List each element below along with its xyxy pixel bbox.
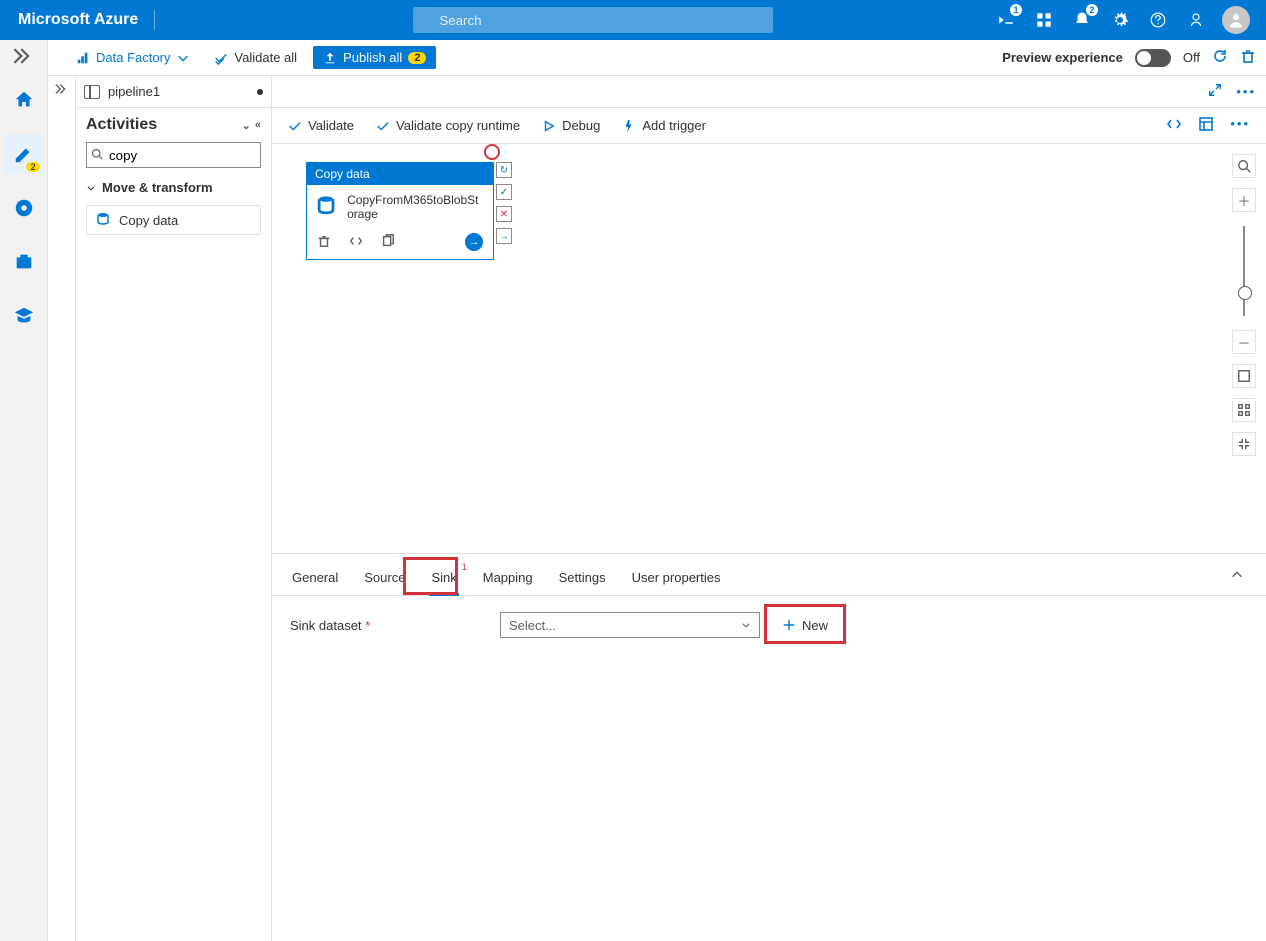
zoom-out-icon[interactable]: － [1232, 330, 1256, 354]
item-label: Copy data [119, 213, 178, 228]
group-label: Move & transform [102, 180, 213, 195]
more-icon[interactable]: ••• [1236, 84, 1256, 99]
chevron-down-icon [741, 620, 751, 630]
activities-title: Activities [86, 116, 157, 134]
code-icon[interactable] [349, 234, 363, 251]
tab-mapping[interactable]: Mapping [481, 564, 535, 595]
badge: 1 [1010, 4, 1022, 16]
publish-all-button[interactable]: Publish all 2 [313, 46, 436, 69]
tab-general[interactable]: General [290, 564, 340, 595]
divider [154, 10, 155, 30]
add-trigger-button[interactable]: Add trigger [622, 118, 706, 133]
expand-canvas-icon[interactable] [1208, 83, 1222, 100]
toggle-off-label: Off [1183, 50, 1200, 65]
new-sink-dataset-button[interactable]: New [770, 614, 840, 637]
collapse-panel-icon[interactable]: « [255, 119, 261, 132]
tab-settings[interactable]: Settings [557, 564, 608, 595]
tab-sink[interactable]: Sink 1 [429, 564, 458, 595]
directories-icon[interactable] [1032, 8, 1056, 32]
validate-all-button[interactable]: Validate all [206, 46, 305, 69]
status-ring-icon [484, 144, 500, 160]
pipeline-canvas[interactable]: Copy data CopyFromM365toBlobStorage → ↻ … [272, 144, 1266, 553]
refresh-icon[interactable] [1212, 48, 1228, 67]
search-input[interactable] [413, 7, 773, 33]
left-nav-rail: 2 [0, 40, 48, 941]
publish-count-badge: 2 [408, 52, 426, 64]
collapse-panel-icon[interactable] [1226, 564, 1248, 589]
sink-dataset-select[interactable]: Select... [500, 612, 760, 638]
run-icon[interactable]: → [465, 233, 483, 251]
fit-to-screen-icon[interactable] [1232, 364, 1256, 388]
zoom-in-icon[interactable]: ＋ [1232, 188, 1256, 212]
learning-icon[interactable] [4, 296, 44, 336]
node-success-icon[interactable]: ✓ [496, 184, 512, 200]
validate-copy-runtime-button[interactable]: Validate copy runtime [376, 118, 520, 133]
properties-icon[interactable] [1198, 116, 1214, 135]
open-tab-pipeline[interactable]: pipeline1 [76, 76, 271, 108]
global-search[interactable] [413, 7, 773, 33]
clone-icon[interactable] [381, 234, 395, 251]
help-icon[interactable] [1146, 8, 1170, 32]
node-type-label: Copy data [307, 163, 493, 185]
activity-group-move-transform[interactable]: Move & transform [76, 176, 271, 199]
tab-user-properties[interactable]: User properties [630, 564, 723, 595]
preview-experience-label: Preview experience [1002, 50, 1123, 65]
delete-icon[interactable] [317, 234, 331, 251]
label: Validate all [234, 50, 297, 65]
azure-header: Microsoft Azure 1 2 [0, 0, 1266, 40]
activity-item-copy-data[interactable]: Copy data [86, 205, 261, 235]
search-icon [91, 148, 103, 163]
canvas-search-icon[interactable] [1232, 154, 1256, 178]
badge: 2 [1086, 4, 1098, 16]
pipeline-icon [84, 85, 100, 99]
discard-icon[interactable] [1240, 48, 1256, 67]
chevron-down-icon [176, 51, 190, 65]
settings-icon[interactable] [1108, 8, 1132, 32]
label: Data Factory [96, 50, 170, 65]
zoom-slider[interactable] [1243, 226, 1245, 316]
node-fail-icon[interactable]: ✕ [496, 206, 512, 222]
properties-panel: General Source Sink 1 Mapping Settings U… [272, 553, 1266, 941]
monitor-icon[interactable] [4, 188, 44, 228]
badge: 2 [26, 162, 39, 172]
notifications-icon[interactable]: 2 [1070, 8, 1094, 32]
activity-node-copy-data[interactable]: Copy data CopyFromM365toBlobStorage → [306, 162, 494, 260]
tab-source[interactable]: Source [362, 564, 407, 595]
sink-error-badge: 1 [462, 562, 467, 572]
debug-button[interactable]: Debug [542, 118, 600, 133]
label: Publish all [343, 50, 402, 65]
fullscreen-collapse-icon[interactable] [1232, 432, 1256, 456]
adf-toolbar: Data Factory Validate all Publish all 2 … [0, 40, 1266, 76]
rail-expand-icon[interactable] [4, 46, 44, 66]
more-icon[interactable]: ••• [1230, 116, 1250, 135]
cloud-shell-icon[interactable]: 1 [994, 8, 1018, 32]
home-icon[interactable] [4, 80, 44, 120]
node-skip-icon[interactable]: → [496, 228, 512, 244]
database-icon [315, 193, 337, 219]
manage-icon[interactable] [4, 242, 44, 282]
preview-toggle[interactable] [1135, 49, 1171, 67]
sink-dataset-label: Sink dataset * [290, 618, 490, 633]
unsaved-indicator-icon [257, 89, 263, 95]
feedback-icon[interactable] [1184, 8, 1208, 32]
validate-button[interactable]: Validate [288, 118, 354, 133]
code-icon[interactable] [1166, 116, 1182, 135]
node-undo-icon[interactable]: ↻ [496, 162, 512, 178]
factory-resources-expand[interactable] [48, 76, 76, 941]
auto-align-icon[interactable] [1232, 398, 1256, 422]
collapse-all-icon[interactable]: ⌄ [242, 119, 251, 132]
activities-search-input[interactable] [86, 142, 261, 168]
author-icon[interactable]: 2 [4, 134, 44, 174]
activities-panel: pipeline1 Activities ⌄ « Move & transfor… [76, 76, 272, 941]
tab-label: pipeline1 [108, 84, 160, 99]
user-avatar[interactable] [1222, 6, 1250, 34]
azure-brand[interactable]: Microsoft Azure [10, 11, 146, 29]
data-factory-dropdown[interactable]: Data Factory [68, 46, 198, 69]
node-name: CopyFromM365toBlobStorage [347, 193, 485, 221]
